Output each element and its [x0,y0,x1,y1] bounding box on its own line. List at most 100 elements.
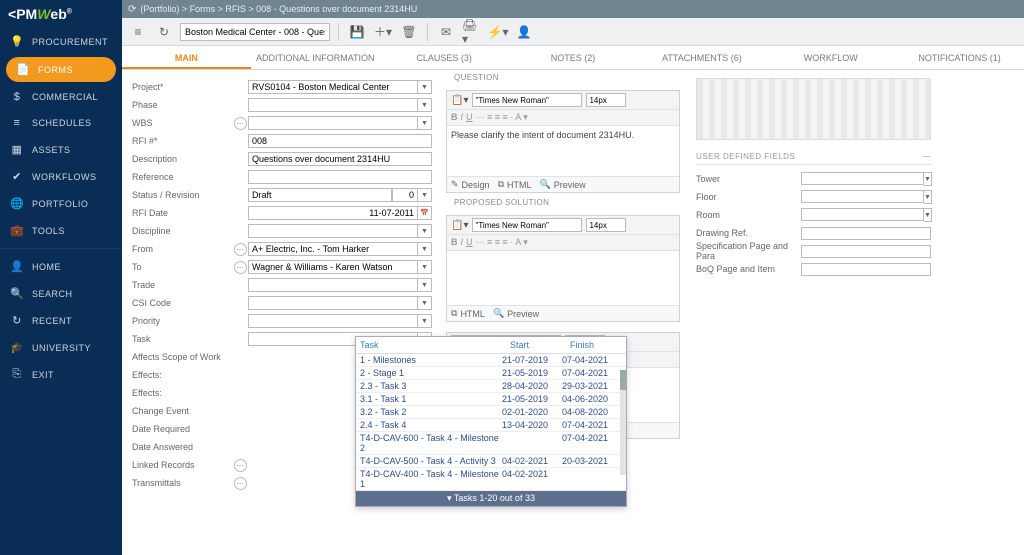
input-discipline[interactable] [248,224,418,238]
mode-design[interactable]: ✎ Design [451,179,490,190]
user-icon[interactable]: 👤 [514,22,534,42]
tab-additional-information[interactable]: ADDITIONAL INFORMATION [251,46,380,69]
sidebar-item-home[interactable]: 👤HOME [0,253,122,280]
tabs[interactable]: MAINADDITIONAL INFORMATIONCLAUSES (3)NOT… [122,46,1024,70]
font-select[interactable] [472,218,582,232]
input-wbs[interactable] [248,116,418,130]
input-rfi[interactable] [248,134,432,148]
scrollbar[interactable] [620,370,626,475]
history-icon[interactable]: ↻ [154,22,174,42]
task-option[interactable]: T4-D-CAV-400 - Task 4 - Milestone 104-02… [356,468,626,491]
task-option[interactable]: 2 - Stage 121-05-201907-04-2021 [356,367,626,380]
paste-icon[interactable]: 📋▾ [451,95,468,106]
tab-main[interactable]: MAIN [122,46,251,69]
input-trade[interactable] [248,278,418,292]
udf-input[interactable] [801,190,924,203]
input-priority[interactable] [248,314,418,328]
task-option[interactable]: 2.3 - Task 328-04-202029-03-2021 [356,380,626,393]
task-option[interactable]: T4-D-CAV-500 - Task 4 - Activity 304-02-… [356,455,626,468]
mode-html[interactable]: ⧉ HTML [451,308,485,319]
input-from[interactable] [248,242,418,256]
sidebar-item-search[interactable]: 🔍SEARCH [0,280,122,307]
udf-input[interactable] [801,227,931,240]
task-option[interactable]: 1 - Milestones21-07-201907-04-2021 [356,354,626,367]
delete-icon[interactable]: 🗑 [399,22,419,42]
sidebar-item-assets[interactable]: ▦ASSETS [0,136,122,163]
input-project[interactable] [248,80,418,94]
tab-notifications-[interactable]: NOTIFICATIONS (1) [895,46,1024,69]
editor-toolbar[interactable]: B I U ··· ≡ ≡ ≡ · A ▾ [447,235,679,251]
sidebar-item-workflows[interactable]: ✔WORKFLOWS [0,163,122,190]
chevron-down-icon[interactable]: ▼ [924,190,932,204]
mode-preview[interactable]: 🔍 Preview [540,179,586,190]
chevron-down-icon[interactable]: ▼ [418,242,432,256]
sidebar-item-university[interactable]: 🎓UNIVERSITY [0,334,122,361]
chevron-down-icon[interactable]: ▼ [418,314,432,328]
tab-attachments-[interactable]: ATTACHMENTS (6) [637,46,766,69]
input-status-rev[interactable] [392,188,418,202]
more-icon[interactable]: ⋯ [234,243,247,256]
chevron-down-icon[interactable]: ▼ [924,208,932,222]
input-phase[interactable] [248,98,418,112]
more-icon[interactable]: ⋯ [234,117,247,130]
mail-icon[interactable]: ✉ [436,22,456,42]
sidebar-item-forms[interactable]: 📄FORMS [6,57,116,82]
tab-clauses-[interactable]: CLAUSES (3) [380,46,509,69]
chevron-down-icon[interactable]: ▼ [418,98,432,112]
size-select[interactable] [586,93,626,107]
editor-body-proposed[interactable] [447,251,679,305]
chevron-down-icon[interactable]: ▼ [418,224,432,238]
input-status[interactable] [248,188,392,202]
chevron-down-icon[interactable]: ▼ [418,260,432,274]
chevron-down-icon[interactable]: ▼ [418,188,432,202]
more-icon[interactable]: ⋯ [234,459,247,472]
sidebar-item-commercial[interactable]: $COMMERCIAL [0,84,122,110]
more-icon[interactable]: ⋯ [234,477,247,490]
size-select[interactable] [586,218,626,232]
add-icon[interactable]: ＋▾ [373,22,393,42]
udf-input[interactable] [801,245,931,258]
sidebar-item-tools[interactable]: 💼TOOLS [0,217,122,244]
record-selector[interactable] [180,23,330,41]
chevron-down-icon[interactable]: ▼ [418,278,432,292]
mode-html[interactable]: ⧉ HTML [498,179,532,190]
refresh-icon[interactable]: ⟳ [128,4,136,15]
input-to[interactable] [248,260,418,274]
sidebar-item-portfolio[interactable]: 🌐PORTFOLIO [0,190,122,217]
drawing-thumbnail[interactable] [696,78,931,140]
calendar-icon[interactable]: 📅 [418,206,432,220]
action-icon[interactable]: ⚡▾ [488,22,508,42]
save-icon[interactable]: 💾 [347,22,367,42]
input-description[interactable] [248,152,432,166]
editor-toolbar[interactable]: B I U ··· ≡ ≡ ≡ · A ▾ [447,110,679,126]
sidebar-item-recent[interactable]: ↻RECENT [0,307,122,334]
chevron-down-icon[interactable]: ▼ [418,80,432,94]
mode-preview[interactable]: 🔍 Preview [493,308,539,319]
tab-notes-[interactable]: NOTES (2) [509,46,638,69]
task-option[interactable]: 2.4 - Task 413-04-202007-04-2021 [356,419,626,432]
more-icon[interactable]: ⋯ [234,261,247,274]
sidebar-item-schedules[interactable]: ≡SCHEDULES [0,110,122,136]
print-icon[interactable]: 🖨▾ [462,22,482,42]
tab-workflow[interactable]: WORKFLOW [766,46,895,69]
chevron-down-icon[interactable]: ▼ [924,172,932,186]
paste-icon[interactable]: 📋▾ [451,220,468,231]
task-option[interactable]: T4-D-CAV-600 - Task 4 - Milestone 207-04… [356,432,626,455]
editor-body-question[interactable]: Please clarify the intent of document 23… [447,126,679,176]
udf-input[interactable] [801,263,931,276]
task-option[interactable]: 3.1 - Task 121-05-201904-06-2020 [356,393,626,406]
task-dropdown[interactable]: Task Start Finish 1 - Milestones21-07-20… [355,336,627,507]
sidebar-item-procurement[interactable]: 💡PROCUREMENT [0,28,122,55]
label-discipline: Discipline [132,226,232,236]
input-csi[interactable] [248,296,418,310]
list-icon[interactable]: ≡ [128,22,148,42]
sidebar-item-exit[interactable]: ⎘EXIT [0,361,122,388]
font-select[interactable] [472,93,582,107]
chevron-down-icon[interactable]: ▼ [418,116,432,130]
udf-input[interactable] [801,172,924,185]
task-option[interactable]: 3.2 - Task 202-01-202004-08-2020 [356,406,626,419]
input-reference[interactable] [248,170,432,184]
input-rfidate[interactable] [248,206,418,220]
udf-input[interactable] [801,208,924,221]
chevron-down-icon[interactable]: ▼ [418,296,432,310]
